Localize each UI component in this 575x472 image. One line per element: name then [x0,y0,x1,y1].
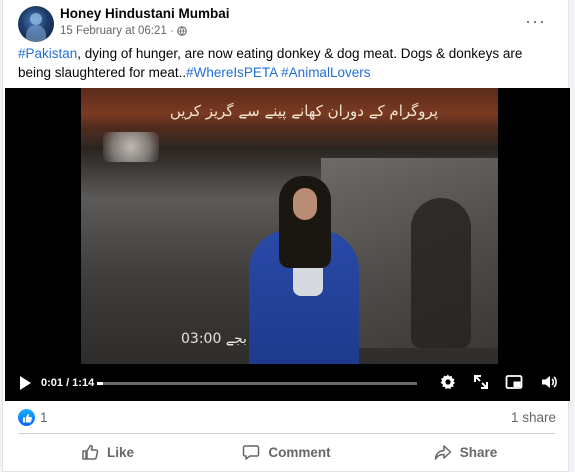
like-button[interactable]: Like [18,437,197,467]
thumbs-up-icon [22,413,32,422]
post-actions: Like Comment Share [18,437,555,467]
settings-gear-icon[interactable] [439,373,457,391]
like-reaction-icon [18,409,35,426]
post-text: #Pakistan, dying of hunger, are now eati… [18,44,538,82]
play-icon[interactable] [20,376,31,390]
avatar[interactable] [18,6,54,42]
video-player[interactable]: پروگرام کے دوران کھانے پینے سے گریز کریں… [5,88,570,401]
like-icon [82,444,99,460]
action-divider [18,433,555,434]
fullscreen-icon[interactable] [472,373,490,391]
page-name[interactable]: Honey Hindustani Mumbai [60,6,230,21]
like-label: Like [106,444,134,460]
video-time: 0:01 / 1:14 [41,377,95,389]
share-count[interactable]: 1 share [511,410,556,425]
hashtag-pakistan[interactable]: #Pakistan [18,46,77,61]
video-progress-bar[interactable] [97,382,417,385]
share-icon [434,445,451,460]
more-options-icon[interactable]: ··· [525,12,546,30]
post-meta: 15 February at 06:21 · [60,25,187,37]
reaction-summary[interactable]: 1 [18,409,48,426]
comment-label: Comment [268,444,331,460]
reaction-count: 1 [40,410,48,425]
post-card: Honey Hindustani Mumbai 15 February at 0… [2,0,570,472]
channel-logo [103,132,159,162]
hashtag-animallovers[interactable]: #AnimalLovers [281,65,370,80]
video-controls: 0:01 / 1:14 [5,364,570,401]
video-progress-fill [97,382,104,385]
video-frame[interactable]: پروگرام کے دوران کھانے پینے سے گریز کریں… [81,88,498,364]
avatar-body [26,25,46,42]
avatar-head [30,13,42,25]
post-timestamp[interactable]: 15 February at 06:21 · [60,25,174,37]
hashtag-whereispeta[interactable]: #WhereIsPETA [186,65,277,80]
volume-icon[interactable] [540,373,558,391]
comment-icon [243,445,260,460]
share-label: Share [459,444,498,460]
picture-in-picture-icon[interactable] [505,373,523,391]
video-overlay-urdu-bottom: 03:00 بجے [181,331,247,347]
video-person-face [293,188,317,220]
video-shadow-figure [411,198,471,348]
comment-button[interactable]: Comment [197,437,376,467]
globe-icon [176,26,187,36]
video-overlay-urdu-top: پروگرام کے دوران کھانے پینے سے گریز کریں [169,102,438,120]
share-button[interactable]: Share [376,437,555,467]
